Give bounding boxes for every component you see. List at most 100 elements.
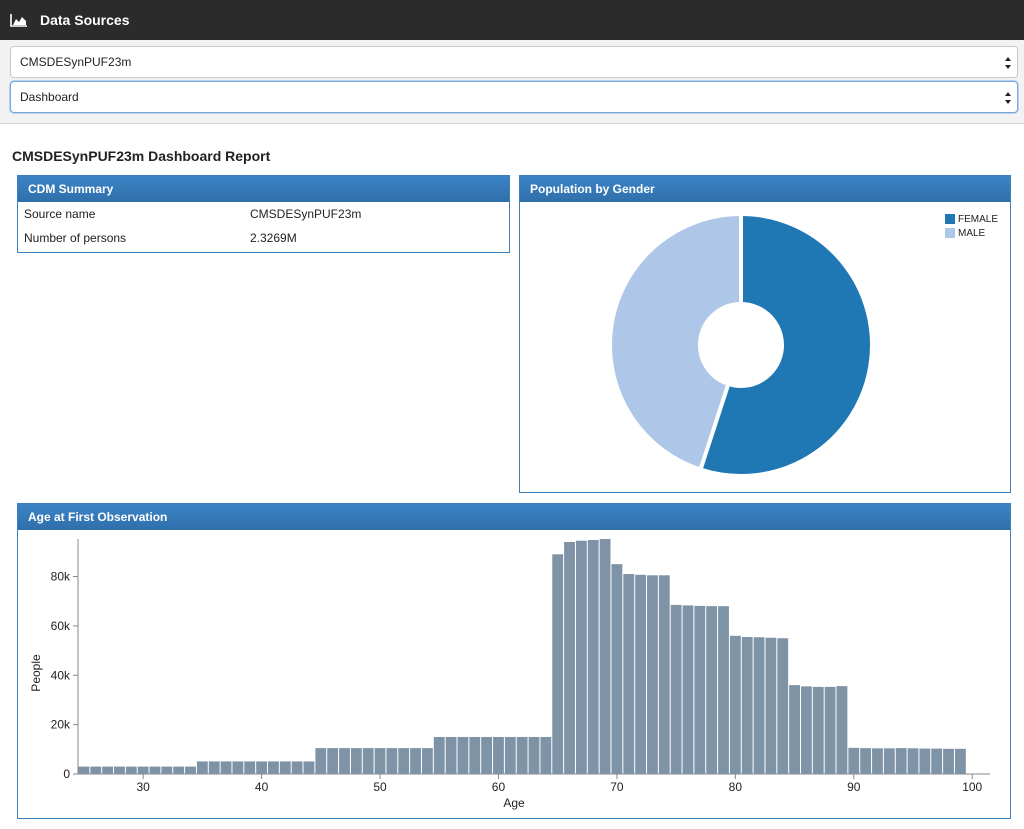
gender-legend: FEMALE MALE bbox=[944, 212, 998, 240]
age-bar bbox=[421, 748, 433, 774]
age-histogram: 30 40 50 60 70 80 90 100 0 20k 40k 60k 80k Age People bbox=[29, 539, 990, 810]
summary-label: Number of persons bbox=[24, 231, 127, 245]
age-bar bbox=[114, 766, 125, 774]
age-bar bbox=[433, 736, 445, 774]
age-bar bbox=[872, 748, 883, 774]
cdm-summary-panel: CDM Summary Source name CMSDESynPUF23m N… bbox=[17, 175, 510, 253]
y-axis-label: People bbox=[29, 654, 43, 692]
x-tick-label: 60 bbox=[492, 780, 506, 794]
area-chart-icon bbox=[10, 14, 27, 27]
select-arrows-icon bbox=[1005, 92, 1011, 104]
age-bar bbox=[540, 736, 552, 774]
age-bar bbox=[777, 638, 789, 774]
x-tick-label: 70 bbox=[610, 780, 624, 794]
age-bar bbox=[256, 761, 268, 774]
age-bar bbox=[374, 748, 386, 774]
age-bar bbox=[943, 748, 954, 774]
age-bar bbox=[694, 605, 706, 774]
age-bar bbox=[789, 685, 800, 774]
age-bar bbox=[658, 575, 670, 774]
age-bar bbox=[670, 604, 682, 774]
legend-swatch bbox=[944, 214, 955, 224]
age-panel-header: Age at First Observation bbox=[18, 504, 1010, 530]
age-bar bbox=[457, 736, 469, 774]
age-bar bbox=[587, 539, 599, 774]
source-select-value: CMSDESynPUF23m bbox=[20, 55, 132, 69]
legend-label: FEMALE bbox=[957, 213, 998, 225]
gender-panel-header: Population by Gender bbox=[520, 176, 1010, 202]
y-tick-label: 0 bbox=[63, 767, 70, 781]
legend-item-female: FEMALE bbox=[944, 212, 998, 226]
age-bar bbox=[504, 736, 516, 774]
age-bar bbox=[907, 748, 919, 774]
app-title: Data Sources bbox=[40, 12, 130, 28]
age-bar bbox=[303, 761, 315, 774]
age-bar bbox=[398, 748, 410, 774]
age-bar bbox=[552, 554, 564, 774]
age-bar bbox=[883, 748, 895, 774]
age-bar bbox=[931, 748, 943, 774]
legend-item-male: MALE bbox=[944, 226, 998, 240]
age-bar bbox=[564, 541, 575, 774]
age-bar bbox=[753, 637, 765, 774]
summary-value: CMSDESynPUF23m bbox=[250, 207, 362, 221]
cdm-summary-header: CDM Summary bbox=[18, 176, 509, 202]
age-bar bbox=[765, 637, 777, 774]
summary-row: Number of persons 2.3269M bbox=[18, 226, 509, 250]
age-bar bbox=[824, 686, 836, 774]
age-bar bbox=[469, 736, 481, 774]
age-bar bbox=[327, 748, 339, 774]
age-bar bbox=[575, 540, 587, 774]
age-bar bbox=[232, 761, 244, 774]
top-bar: Data Sources bbox=[0, 0, 1024, 40]
x-tick-label: 80 bbox=[729, 780, 743, 794]
age-bar bbox=[173, 766, 185, 774]
age-bar bbox=[161, 766, 173, 774]
y-tick-label: 60k bbox=[51, 619, 71, 633]
age-bar bbox=[741, 636, 753, 774]
x-tick-label: 90 bbox=[847, 780, 861, 794]
age-bar bbox=[706, 606, 718, 774]
age-bar bbox=[102, 766, 114, 774]
age-bar bbox=[528, 736, 540, 774]
age-bar bbox=[90, 766, 102, 774]
selector-bar: CMSDESynPUF23m Dashboard bbox=[0, 40, 1024, 124]
age-bar bbox=[268, 761, 279, 774]
age-bar bbox=[954, 748, 966, 774]
age-bar bbox=[800, 686, 812, 774]
age-bar bbox=[315, 748, 327, 774]
age-bar bbox=[919, 748, 931, 774]
age-bar bbox=[611, 564, 623, 774]
age-bar bbox=[718, 606, 729, 774]
age-bar bbox=[208, 761, 220, 774]
x-tick-label: 30 bbox=[136, 780, 150, 794]
age-bar bbox=[185, 766, 196, 774]
age-bar bbox=[149, 766, 161, 774]
age-bar bbox=[125, 766, 137, 774]
age-bar bbox=[623, 574, 635, 774]
age-bar bbox=[410, 748, 421, 774]
age-bar bbox=[599, 539, 611, 774]
summary-row: Source name CMSDESynPUF23m bbox=[18, 202, 509, 226]
age-bar bbox=[445, 736, 457, 774]
age-bar bbox=[635, 574, 647, 774]
age-bar bbox=[493, 736, 504, 774]
summary-label: Source name bbox=[24, 207, 96, 221]
report-select[interactable]: Dashboard bbox=[10, 81, 1018, 113]
legend-swatch bbox=[944, 228, 955, 238]
age-bar bbox=[682, 605, 694, 774]
age-bar bbox=[386, 748, 398, 774]
age-bar bbox=[196, 761, 208, 774]
age-bar bbox=[729, 635, 741, 774]
age-bar bbox=[481, 736, 493, 774]
age-bar bbox=[812, 686, 824, 774]
source-select[interactable]: CMSDESynPUF23m bbox=[10, 46, 1018, 78]
x-axis-label: Age bbox=[503, 796, 525, 810]
age-bar bbox=[339, 748, 350, 774]
age-bar bbox=[516, 736, 528, 774]
report-select-value: Dashboard bbox=[20, 90, 79, 104]
age-bar bbox=[350, 748, 362, 774]
age-bar bbox=[279, 761, 291, 774]
age-bar bbox=[647, 575, 658, 774]
age-bar bbox=[836, 686, 848, 774]
